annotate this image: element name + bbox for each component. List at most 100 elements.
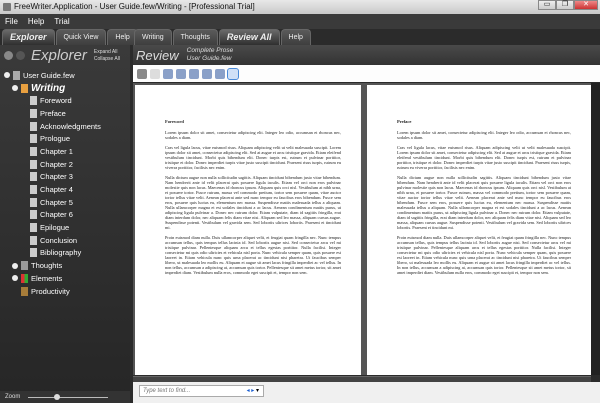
paragraph: Lorem ipsum dolor sit amet, consectetur …: [165, 130, 341, 140]
paragraph: Cras vel ligula lacus, vitae euismod ris…: [397, 145, 571, 170]
tree-item-label: Conclusion: [40, 235, 78, 245]
document-icon: [30, 172, 37, 182]
review-title: Review: [136, 47, 179, 63]
tree-root[interactable]: User Guide.few: [0, 69, 130, 82]
page-heading: Preface: [397, 119, 412, 124]
menu-trial[interactable]: Trial: [49, 14, 74, 29]
collapse-toggle-icon[interactable]: [4, 72, 10, 79]
zoom-slider[interactable]: [28, 397, 108, 398]
document-icon: [30, 248, 37, 258]
find-input[interactable]: Type text to find... ◂ ▸ ▾: [139, 385, 264, 397]
paragraph: Nulla dictum augue non nulla sollicitudi…: [397, 175, 571, 230]
zoom-in-icon[interactable]: [163, 68, 173, 79]
tree-item-label: Chapter 5: [40, 197, 73, 207]
tree-item-chapter-3[interactable]: Chapter 3: [0, 171, 130, 184]
eye-closed-icon[interactable]: [16, 51, 25, 60]
right-tabs: Writing Thoughts Review All Help: [134, 29, 311, 45]
expand-toggle-icon[interactable]: [12, 275, 18, 282]
tree-elements[interactable]: Elements: [0, 272, 130, 285]
tree-item-chapter-1[interactable]: Chapter 1: [0, 145, 130, 158]
collapse-all-button[interactable]: Collapse All: [94, 56, 120, 63]
tree-item-label: Epilogue: [40, 223, 70, 233]
tree-item-chapter-4[interactable]: Chapter 4: [0, 183, 130, 196]
tree-thoughts[interactable]: Thoughts: [0, 259, 130, 272]
find-bar: Type text to find... ◂ ▸ ▾: [133, 382, 600, 403]
tab-explorer[interactable]: Explorer: [2, 29, 55, 45]
page-width-icon[interactable]: [202, 68, 212, 79]
tab-thoughts[interactable]: Thoughts: [172, 29, 218, 45]
document-viewer[interactable]: Foreword Lorem ipsum dolor sit amet, con…: [133, 83, 591, 375]
tree-item-prologue[interactable]: Prologue: [0, 132, 130, 145]
left-tabs: Explorer Quick View Help: [2, 29, 138, 45]
document-icon: [30, 197, 37, 207]
menu-file[interactable]: File: [0, 14, 23, 29]
thoughts-icon: [21, 261, 28, 271]
tree-item-conclusion[interactable]: Conclusion: [0, 234, 130, 247]
page-heading: Foreword: [165, 119, 184, 124]
tree-item-acknowledgments[interactable]: Acknowledgments: [0, 120, 130, 133]
title-bar: FreeWriter.Application - User Guide.few/…: [0, 0, 600, 14]
zoom-out-icon[interactable]: [176, 68, 186, 79]
close-button[interactable]: ✕: [574, 0, 598, 10]
page-left: Foreword Lorem ipsum dolor sit amet, con…: [135, 85, 361, 375]
page-right: Preface Lorem ipsum dolor sit amet, cons…: [367, 85, 591, 375]
tree-item-chapter-5[interactable]: Chapter 5: [0, 196, 130, 209]
eye-icon[interactable]: [4, 51, 13, 60]
print-icon[interactable]: [137, 68, 147, 79]
find-options-icon[interactable]: ▾: [256, 388, 259, 394]
menu-help[interactable]: Help: [23, 14, 49, 29]
collapse-toggle-icon[interactable]: [12, 85, 18, 92]
tree-item-label: Chapter 2: [40, 159, 73, 169]
paragraph: Lorem ipsum dolor sit amet, consectetur …: [397, 130, 571, 140]
whole-page-icon[interactable]: [215, 68, 225, 79]
document-icon: [30, 96, 37, 106]
tree-item-chapter-2[interactable]: Chapter 2: [0, 158, 130, 171]
explorer-tree: User Guide.few Writing Foreword Preface Ac…: [0, 66, 130, 297]
document-icon: [30, 134, 37, 144]
minimize-button[interactable]: ▭: [538, 0, 556, 10]
zoom-slider-thumb[interactable]: [54, 394, 60, 400]
document-icon: [30, 223, 37, 233]
tree-item-chapter-6[interactable]: Chapter 6: [0, 209, 130, 222]
review-file: User Guide.few: [186, 55, 232, 62]
tab-writing[interactable]: Writing: [134, 29, 172, 45]
copy-icon[interactable]: [150, 68, 160, 79]
tab-quick-view[interactable]: Quick View: [55, 29, 107, 45]
tab-help-right[interactable]: Help: [280, 29, 311, 45]
expand-all-button[interactable]: Expand All: [94, 49, 120, 56]
tree-item-foreword[interactable]: Foreword: [0, 94, 130, 107]
tree-item-bibliography[interactable]: Bibliography: [0, 247, 130, 260]
find-next-icon[interactable]: ▸: [251, 388, 254, 394]
find-previous-icon[interactable]: ◂: [247, 388, 250, 394]
tree-item-label: Bibliography: [40, 248, 82, 258]
tree-item-label: Foreword: [40, 96, 72, 106]
tree-writing[interactable]: Writing: [0, 82, 130, 95]
paragraph: Nulla dictum augue non nulla sollicitudi…: [165, 175, 341, 230]
window-title: FreeWriter.Application - User Guide.few/…: [14, 2, 255, 11]
tree-item-label: Acknowledgments: [40, 121, 101, 131]
document-icon: [30, 108, 37, 118]
tree-item-epilogue[interactable]: Epilogue: [0, 221, 130, 234]
actual-size-icon[interactable]: [189, 68, 199, 79]
productivity-icon: [21, 286, 28, 296]
vertical-scrollbar[interactable]: [591, 83, 600, 375]
tree-item-preface[interactable]: Preface: [0, 107, 130, 120]
tree-item-label: Chapter 1: [40, 146, 73, 156]
expand-toggle-icon[interactable]: [12, 262, 18, 269]
paragraph: Proin euismod diam nulla. Duis ullamcorp…: [165, 235, 341, 275]
document-icon: [30, 146, 37, 156]
tree-productivity[interactable]: Productivity: [0, 285, 130, 298]
tree-item-label: Preface: [40, 108, 66, 118]
document-icon: [30, 159, 37, 169]
book-icon: [13, 70, 20, 80]
app-icon: [3, 3, 11, 11]
tab-review-all[interactable]: Review All: [218, 29, 280, 45]
maximize-button[interactable]: ❐: [556, 0, 574, 10]
zoom-label: Zoom: [5, 394, 21, 400]
tree-item-label: Chapter 3: [40, 172, 73, 182]
two-pages-icon[interactable]: [227, 67, 239, 80]
document-icon: [30, 235, 37, 245]
paragraph: Cras vel ligula lacus, vitae euismod ris…: [165, 145, 341, 170]
elements-icon: [21, 273, 28, 283]
explorer-panel: Explorer Expand All Collapse All User Gu…: [0, 45, 130, 403]
